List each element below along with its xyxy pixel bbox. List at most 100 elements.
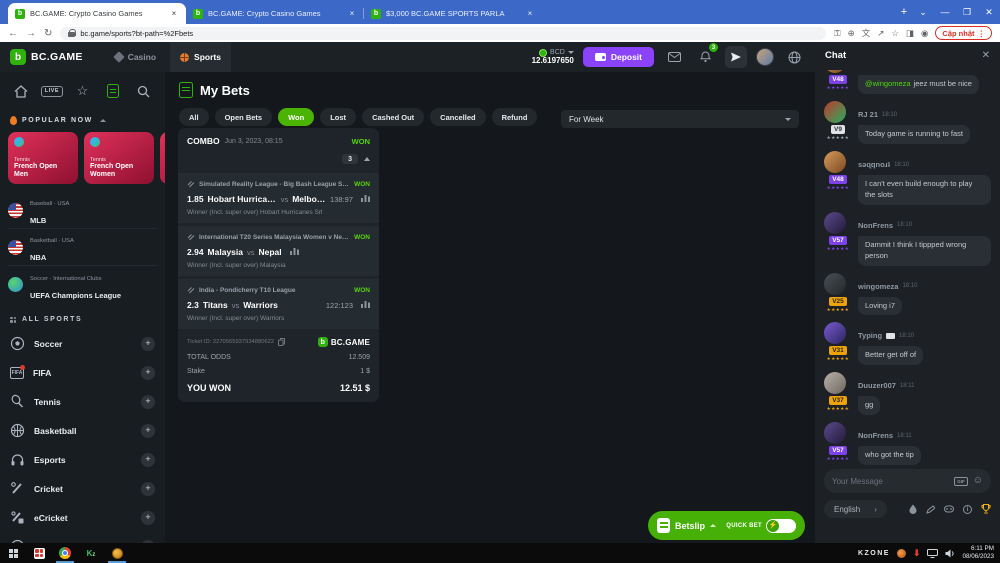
filter-pill[interactable]: All <box>179 108 209 126</box>
start-button[interactable] <box>0 543 26 563</box>
coin-app-icon[interactable] <box>104 543 130 563</box>
chat-username[interactable]: Duuzer007 <box>858 381 896 390</box>
filter-pill[interactable]: Cancelled <box>430 108 485 126</box>
chat-username[interactable]: NonFrens <box>858 431 893 440</box>
chat-username[interactable]: wingomeza <box>858 282 898 291</box>
betslip-bar[interactable]: Betslip QUICK BET ⚡ <box>648 511 805 540</box>
sidebar-item-ecricket[interactable]: eCricket + <box>0 503 165 532</box>
new-tab-button[interactable]: + <box>896 5 912 21</box>
sidebar-item-soccer[interactable]: Soccer + <box>0 329 165 358</box>
chrome-icon[interactable] <box>52 543 78 563</box>
sidebar-item-esports[interactable]: Esports + <box>0 445 165 474</box>
stats-bars-icon[interactable] <box>361 194 370 202</box>
chat-input[interactable]: GIF ☺ <box>824 469 991 493</box>
language-select[interactable]: English › <box>824 500 887 518</box>
expand-plus-button[interactable]: + <box>141 453 155 467</box>
sidebar-item-american-football[interactable]: American Football + <box>0 532 165 543</box>
popular-now-header[interactable]: POPULAR NOW <box>0 110 165 130</box>
window-close-icon[interactable]: ✕ <box>978 7 1000 18</box>
home-icon[interactable] <box>9 79 33 103</box>
globe-icon[interactable] <box>783 46 805 68</box>
pencil-rules-icon[interactable] <box>926 505 935 514</box>
my-bets-icon[interactable] <box>101 79 125 103</box>
nav-casino[interactable]: Casino <box>105 42 166 72</box>
avatar[interactable] <box>824 322 846 344</box>
expand-plus-button[interactable]: + <box>141 511 155 525</box>
mention-text[interactable]: @wingomeza <box>865 79 911 88</box>
trophy-icon[interactable] <box>981 504 991 514</box>
filter-pill[interactable]: Lost <box>320 108 356 126</box>
nav-sports[interactable]: Sports <box>170 42 231 72</box>
gamepad-icon[interactable] <box>944 505 954 513</box>
kz-app-icon[interactable]: Kz <box>78 543 104 563</box>
favorites-star-icon[interactable]: ☆ <box>70 79 94 103</box>
bcgame-logo[interactable]: b BC.GAME <box>10 49 83 65</box>
popular-card[interactable]: Tennis French Open Men <box>8 132 78 184</box>
info-icon[interactable]: i <box>963 505 972 514</box>
avatar[interactable] <box>824 212 846 234</box>
collapse-caret-icon[interactable] <box>364 157 370 161</box>
search-icon[interactable] <box>132 79 156 103</box>
expand-plus-button[interactable]: + <box>141 366 155 380</box>
browser-tab[interactable]: b $3,000 BC.GAME SPORTS PARLA <box>364 3 542 24</box>
user-avatar[interactable] <box>756 48 774 66</box>
chat-username[interactable]: Typing <box>858 331 882 340</box>
menu-kebab-icon[interactable]: ⋮ <box>978 29 986 38</box>
copy-icon[interactable] <box>278 338 285 346</box>
browser-update-button[interactable]: Cập nhật ⋮ <box>935 26 992 40</box>
filter-pill[interactable]: Refund <box>492 108 538 126</box>
share-icon[interactable]: ↗ <box>877 28 884 39</box>
filter-pill[interactable]: Open Bets <box>215 108 273 126</box>
bet-leg[interactable]: India - Pondicherry T10 League WON 2.3 T… <box>178 279 379 329</box>
bookmark-star-icon[interactable]: ☆ <box>891 28 899 39</box>
clock[interactable]: 6:11 PM 08/06/2023 <box>962 545 994 561</box>
tab-close-icon[interactable] <box>169 9 179 19</box>
featured-mlb[interactable]: Baseball · USA MLB <box>8 192 157 229</box>
tray-app-icon[interactable] <box>897 549 906 558</box>
avatar[interactable] <box>824 273 846 295</box>
browser-tab[interactable]: b BC.GAME: Crypto Casino Games <box>186 3 364 24</box>
avatar[interactable] <box>824 151 846 173</box>
translate-icon[interactable]: 文 <box>862 27 871 39</box>
window-chevron-icon[interactable]: ⌄ <box>912 7 934 18</box>
taskbar-app-icon[interactable] <box>26 543 52 563</box>
sidebar-item-tennis[interactable]: Tennis + <box>0 387 165 416</box>
display-icon[interactable] <box>927 549 938 558</box>
expand-plus-button[interactable]: + <box>141 337 155 351</box>
avatar[interactable] <box>824 70 846 73</box>
tab-close-icon[interactable] <box>347 9 357 19</box>
browser-tab[interactable]: b BC.GAME: Crypto Casino Games <box>8 3 186 24</box>
chat-username[interactable]: RJ 21 <box>858 110 878 119</box>
featured-nba[interactable]: Basketball · USA NBA <box>8 229 157 266</box>
period-select[interactable]: For Week <box>561 110 799 128</box>
chat-username[interactable]: NonFrens <box>858 221 893 230</box>
key-icon[interactable]: ⚿ <box>834 28 840 39</box>
featured-uefa[interactable]: Soccer · International Clubs UEFA Champi… <box>8 266 157 303</box>
bet-leg[interactable]: Simulated Reality League - Big Bash Leag… <box>178 173 379 223</box>
side-panel-icon[interactable]: ◨ <box>906 28 914 39</box>
expand-plus-button[interactable]: + <box>141 395 155 409</box>
expand-plus-button[interactable]: + <box>141 424 155 438</box>
emoji-icon[interactable]: ☺ <box>973 476 983 486</box>
popular-card[interactable]: Tennis French Open Women <box>84 132 154 184</box>
stats-bars-icon[interactable] <box>361 300 370 308</box>
avatar[interactable] <box>824 101 846 123</box>
chat-close-icon[interactable]: ✕ <box>982 50 990 61</box>
chat-message-field[interactable] <box>832 477 949 486</box>
notifications-bell-icon[interactable]: 3 <box>694 46 716 68</box>
filter-pill[interactable]: Cashed Out <box>362 108 424 126</box>
window-minimize-icon[interactable]: — <box>934 7 956 17</box>
forward-icon[interactable]: → <box>26 28 36 39</box>
quick-bet-toggle[interactable]: ⚡ <box>766 519 796 533</box>
profile-icon[interactable]: ◉ <box>921 28 928 39</box>
chat-username[interactable]: sәɋqnoɹʇ <box>858 160 890 169</box>
download-arrow-icon[interactable]: ⬇ <box>913 548 921 559</box>
gif-icon[interactable]: GIF <box>954 477 968 486</box>
back-icon[interactable]: ← <box>8 28 18 39</box>
sidebar-item-cricket[interactable]: Cricket + <box>0 474 165 503</box>
window-maximize-icon[interactable]: ❐ <box>956 7 978 18</box>
chat-toggle-icon[interactable] <box>725 46 747 68</box>
deposit-button[interactable]: Deposit <box>583 47 654 67</box>
bet-leg[interactable]: International T20 Series Malaysia Women … <box>178 226 379 276</box>
tab-close-icon[interactable] <box>525 9 535 19</box>
